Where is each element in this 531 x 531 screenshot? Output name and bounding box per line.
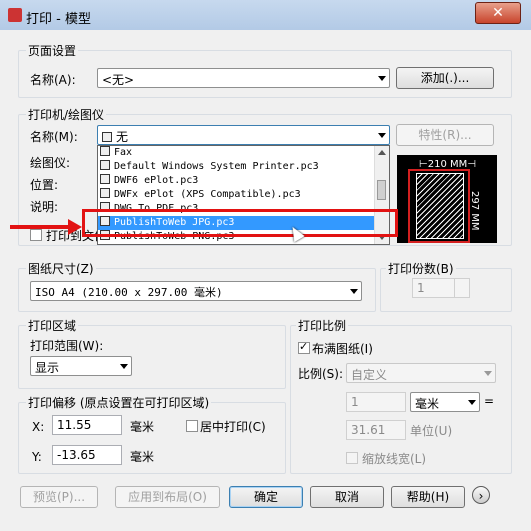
description-label: 说明: bbox=[30, 200, 59, 214]
scale-value2-field[interactable]: 31.61 bbox=[346, 420, 406, 440]
list-item[interactable]: Default Windows System Printer.pc3 bbox=[100, 160, 319, 174]
page-setup-name-value: <无> bbox=[102, 73, 135, 87]
scale-lineweight-label: 缩放线宽(L) bbox=[362, 452, 427, 466]
printer-name-value: 无 bbox=[116, 130, 129, 144]
title-bar: 打印 - 模型 ✕ bbox=[0, 0, 531, 30]
unit-label: 单位(U) bbox=[410, 424, 453, 438]
list-item[interactable]: DWFx ePlot (XPS Compatible).pc3 bbox=[100, 188, 301, 202]
page-setup-name-select[interactable]: <无> bbox=[97, 68, 390, 88]
fax-icon bbox=[100, 146, 110, 156]
center-plot-label: 居中打印(C) bbox=[200, 420, 266, 434]
page-setup-name-label: 名称(A): bbox=[30, 73, 76, 87]
offset-y-unit: 毫米 bbox=[130, 450, 155, 464]
plotter-icon bbox=[100, 188, 110, 198]
scroll-up-icon[interactable] bbox=[378, 150, 386, 155]
equals-sign: = bbox=[484, 394, 495, 408]
offset-y-label: Y: bbox=[32, 450, 42, 464]
add-page-setup-button[interactable]: 添加(.)... bbox=[396, 67, 494, 89]
preview-height-label: 297 MM bbox=[469, 191, 480, 231]
scale-select[interactable]: 自定义 bbox=[346, 363, 496, 383]
chevron-down-icon bbox=[378, 76, 386, 81]
highlight-box bbox=[82, 209, 398, 237]
printer-label: 打印机/绘图仪 bbox=[26, 106, 107, 123]
offset-y-field[interactable]: -13.65 bbox=[52, 445, 122, 465]
ok-button[interactable]: 确定 bbox=[229, 486, 303, 508]
printer-name-label: 名称(M): bbox=[30, 130, 78, 144]
scale-label: 比例(S): bbox=[298, 367, 344, 381]
list-item[interactable]: DWF6 ePlot.pc3 bbox=[100, 174, 198, 188]
printer-icon bbox=[100, 160, 110, 170]
paper-preview: ⊢210 MM⊣ 297 MM bbox=[397, 155, 497, 243]
paper-size-label: 图纸尺寸(Z) bbox=[26, 260, 96, 277]
red-arrow-shaft bbox=[10, 225, 70, 229]
scale-unit-select[interactable]: 毫米 bbox=[410, 392, 480, 412]
plot-range-label: 打印范围(W): bbox=[30, 339, 104, 353]
chevron-down-icon bbox=[468, 400, 476, 405]
plotter-label: 绘图仪: bbox=[30, 156, 71, 170]
cancel-button[interactable]: 取消 bbox=[310, 486, 384, 508]
spin-arrows-icon bbox=[454, 279, 469, 297]
apply-to-layout-button[interactable]: 应用到布局(O) bbox=[115, 486, 220, 508]
paper-size-select[interactable]: ISO A4 (210.00 x 297.00 毫米) bbox=[30, 281, 362, 301]
plot-range-value: 显示 bbox=[35, 361, 60, 375]
chevron-down-icon bbox=[120, 364, 128, 369]
offset-x-label: X: bbox=[32, 420, 45, 434]
printer-name-select[interactable]: 无 bbox=[97, 125, 390, 145]
autocad-app-icon bbox=[8, 8, 22, 22]
chevron-down-icon bbox=[378, 133, 386, 138]
location-label: 位置: bbox=[30, 178, 59, 192]
chevron-down-icon bbox=[350, 289, 358, 294]
printer-icon bbox=[102, 132, 112, 142]
offset-x-field[interactable]: 11.55 bbox=[52, 415, 122, 435]
plot-area-label: 打印区域 bbox=[26, 317, 79, 334]
fit-to-paper-checkbox[interactable] bbox=[298, 340, 310, 354]
scale-value: 自定义 bbox=[351, 368, 388, 382]
help-button[interactable]: 帮助(H) bbox=[391, 486, 465, 508]
plot-offset-label: 打印偏移 (原点设置在可打印区域) bbox=[26, 394, 212, 411]
scroll-thumb[interactable] bbox=[377, 180, 386, 200]
window-title: 打印 - 模型 bbox=[26, 12, 91, 27]
offset-x-unit: 毫米 bbox=[130, 420, 155, 434]
page-setup-label: 页面设置 bbox=[26, 42, 79, 59]
list-item[interactable]: Fax bbox=[100, 146, 132, 160]
center-plot-checkbox[interactable] bbox=[186, 420, 198, 432]
fit-to-paper-label: 布满图纸(I) bbox=[312, 342, 373, 356]
close-button[interactable]: ✕ bbox=[475, 2, 521, 24]
paper-size-value: ISO A4 (210.00 x 297.00 毫米) bbox=[35, 286, 223, 299]
plotter-icon bbox=[100, 174, 110, 184]
red-arrow-icon bbox=[68, 219, 82, 235]
preview-button[interactable]: 预览(P)... bbox=[20, 486, 98, 508]
more-options-button[interactable]: › bbox=[472, 486, 490, 504]
plot-scale-label: 打印比例 bbox=[296, 317, 349, 334]
copies-label: 打印份数(B) bbox=[386, 260, 456, 277]
scale-value1-field[interactable]: 1 bbox=[346, 392, 406, 412]
scale-unit-value: 毫米 bbox=[415, 397, 440, 411]
chevron-down-icon bbox=[484, 371, 492, 376]
copies-value: 1 bbox=[417, 281, 425, 295]
dialog-body: 页面设置 名称(A): <无> 添加(.)... 打印机/绘图仪 名称(M): … bbox=[0, 30, 531, 531]
copies-stepper[interactable]: 1 bbox=[412, 278, 470, 298]
scale-lineweight-checkbox[interactable] bbox=[346, 452, 358, 464]
paper-sheet-icon bbox=[416, 173, 464, 239]
print-to-file-checkbox[interactable] bbox=[30, 229, 42, 241]
plot-range-select[interactable]: 显示 bbox=[30, 356, 132, 376]
print-dialog: 打印 - 模型 ✕ 页面设置 名称(A): <无> 添加(.)... 打印机/绘… bbox=[0, 0, 531, 531]
printer-properties-button[interactable]: 特性(R)... bbox=[396, 124, 494, 146]
